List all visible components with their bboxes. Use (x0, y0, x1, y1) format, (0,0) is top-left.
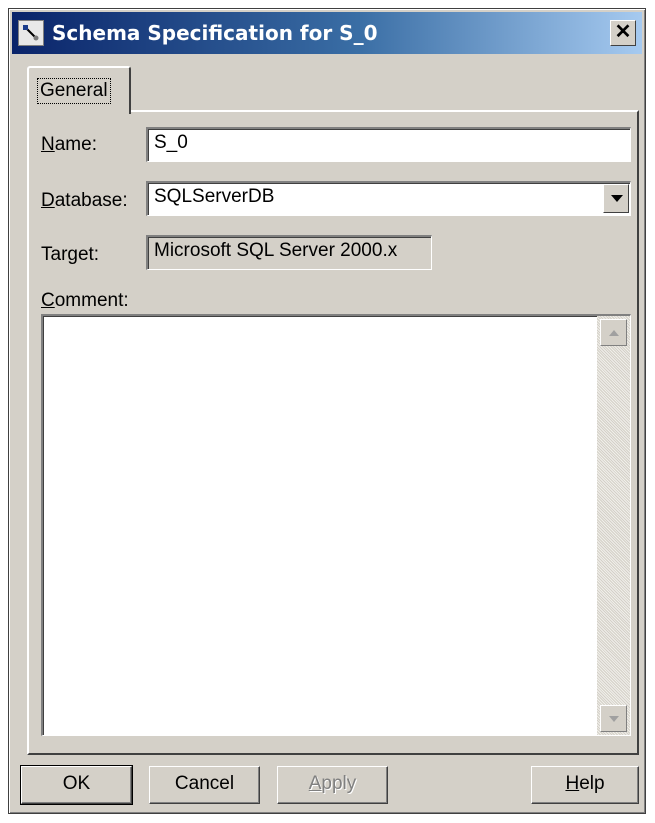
database-dropdown-button[interactable] (603, 184, 629, 213)
name-label: Name: (41, 134, 97, 155)
name-field[interactable]: S_0 (146, 127, 631, 162)
comment-label: Comment: (41, 290, 129, 311)
target-field-value: Microsoft SQL Server 2000.x (154, 240, 398, 261)
window-title: Schema Specification for S_0 (52, 21, 378, 45)
cancel-button[interactable]: Cancel (149, 766, 260, 804)
scroll-down-icon (609, 716, 619, 722)
target-label: Target: (41, 244, 100, 265)
scroll-up-icon (609, 330, 619, 336)
database-label: Database: (41, 190, 128, 211)
tab-general[interactable]: General (27, 66, 131, 114)
ok-button[interactable]: OK (20, 765, 133, 805)
chevron-down-icon (611, 195, 623, 202)
schema-specification-dialog: Schema Specification for S_0 ✕ General N… (8, 8, 646, 814)
comment-textarea[interactable] (41, 314, 631, 736)
help-button[interactable]: Help (531, 766, 639, 804)
close-button[interactable]: ✕ (610, 20, 636, 46)
scroll-down-button[interactable] (600, 705, 627, 732)
tab-general-label: General (37, 78, 111, 104)
close-icon: ✕ (614, 21, 632, 43)
database-select[interactable]: SQLServerDB (146, 181, 631, 216)
scroll-up-button[interactable] (600, 319, 627, 346)
database-select-value: SQLServerDB (154, 186, 275, 207)
tool-icon (18, 20, 44, 46)
comment-scrollbar[interactable] (597, 316, 630, 735)
apply-button[interactable]: Apply (277, 766, 388, 804)
name-field-value: S_0 (154, 132, 188, 153)
target-field: Microsoft SQL Server 2000.x (146, 235, 432, 270)
title-bar[interactable]: Schema Specification for S_0 ✕ (12, 12, 642, 54)
